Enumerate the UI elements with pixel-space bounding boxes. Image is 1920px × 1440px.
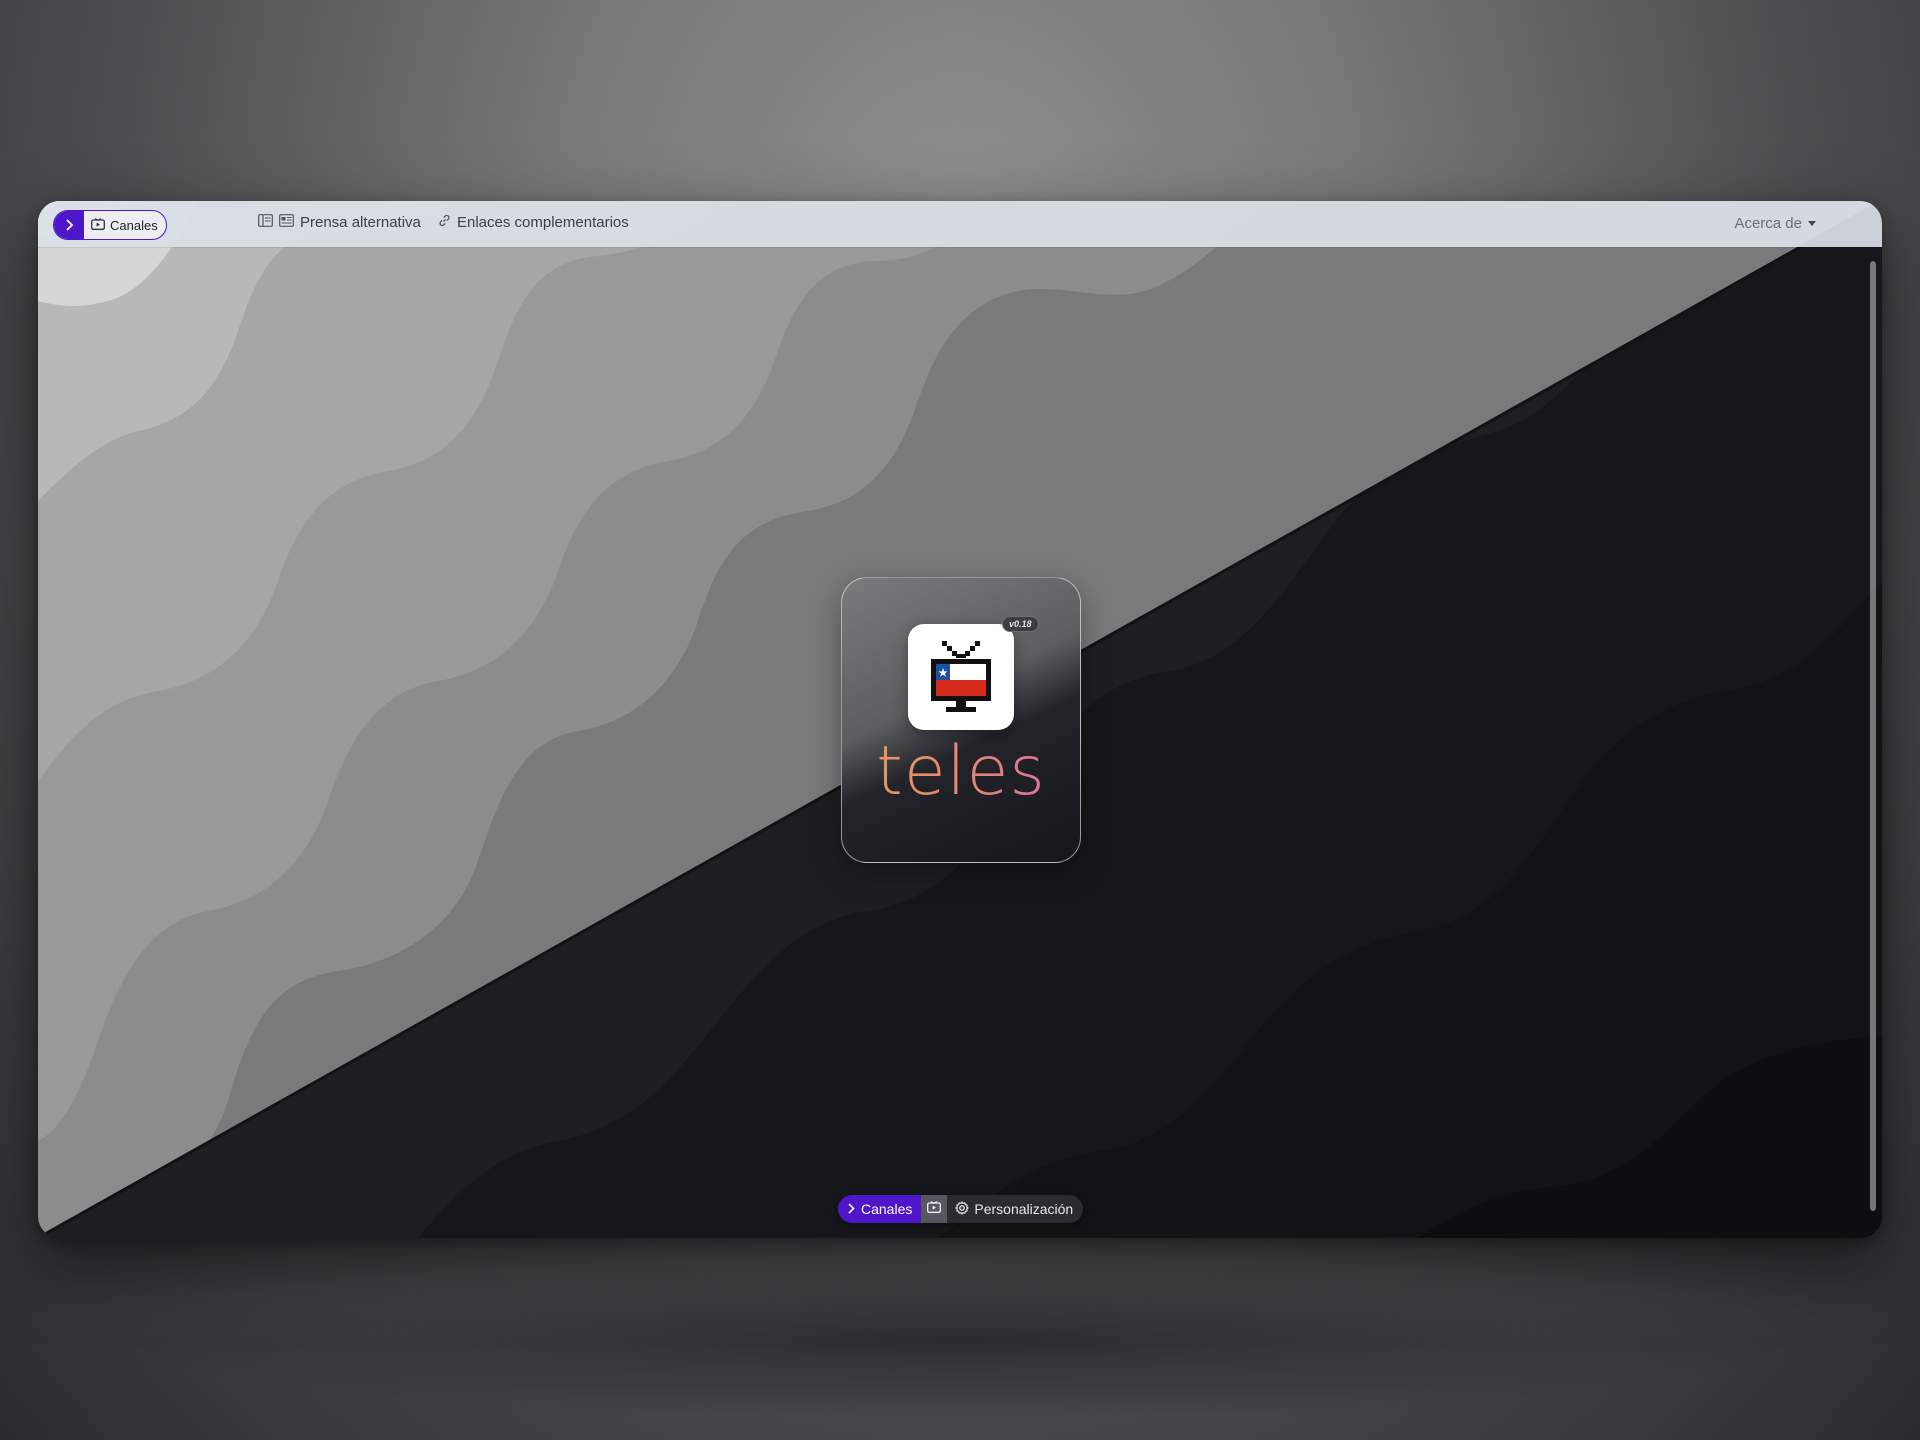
about-dropdown[interactable]: Acerca de: [1734, 215, 1816, 232]
dock-personalization-label: Personalización: [974, 1201, 1074, 1217]
logo-card: v0.18 teles: [841, 577, 1081, 863]
nav-link-alternative-press[interactable]: Prensa alternativa: [258, 214, 421, 231]
nav-link-complementary-links[interactable]: Enlaces complementarios: [438, 214, 629, 231]
nav-link-label: Prensa alternativa: [300, 214, 421, 231]
top-navbar: Canales Prensa alternativa Enlaces compl…: [38, 201, 1882, 247]
chevron-right-icon: [54, 211, 84, 239]
bottom-dock: Canales Personalización: [838, 1195, 1084, 1223]
channels-label: Canales: [110, 217, 158, 233]
newspaper-icon: [279, 214, 294, 231]
window-shadow: [110, 1260, 1810, 1420]
link-icon: [438, 214, 451, 231]
dock-personalization-button[interactable]: Personalización: [947, 1195, 1083, 1223]
app-icon: [908, 624, 1014, 730]
nav-link-label: Enlaces complementarios: [457, 214, 629, 231]
dock-tv-button[interactable]: [921, 1195, 948, 1223]
tv-chile-flag-icon: [931, 641, 991, 712]
dock-channels-button[interactable]: Canales: [838, 1195, 922, 1223]
sidebar-layout-icon: [258, 214, 273, 231]
scrollbar[interactable]: [1868, 247, 1878, 1238]
tv-play-icon: [91, 217, 105, 233]
gear-icon: [955, 1200, 970, 1218]
channels-toggle-button[interactable]: Canales: [53, 210, 167, 240]
chevron-right-icon: [847, 1201, 855, 1217]
dock-channels-label: Canales: [861, 1201, 913, 1217]
about-label: Acerca de: [1734, 215, 1802, 232]
caret-down-icon: [1808, 221, 1816, 226]
app-window: Canales Prensa alternativa Enlaces compl…: [38, 201, 1882, 1238]
brand-wordmark: teles: [842, 738, 1080, 806]
scrollbar-thumb[interactable]: [1870, 261, 1876, 1211]
tv-play-icon: [927, 1200, 942, 1218]
version-badge: v0.18: [1002, 616, 1039, 632]
